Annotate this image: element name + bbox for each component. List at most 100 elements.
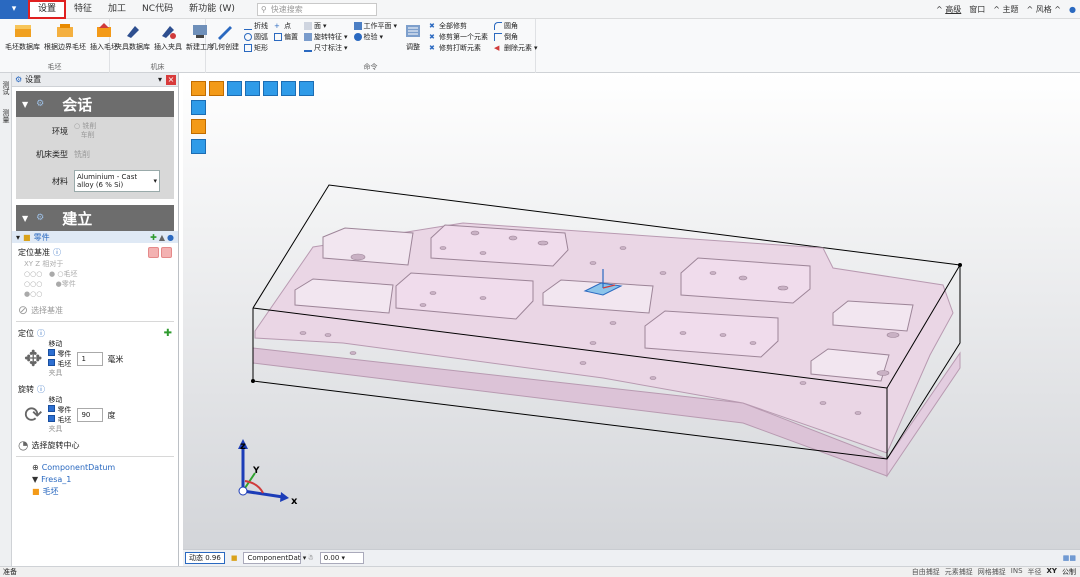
3d-viewport[interactable]: z Y x [183,73,1080,549]
datum-icon: ⊕ [32,462,39,472]
machine-type-value[interactable]: 铣削 [74,149,90,160]
environment-label: 环境 [52,126,68,136]
workplane-button[interactable]: 工作平面 ▾ [353,21,397,31]
rotate-label-row: 旋转 ⓘ [18,384,45,395]
expert-menu[interactable]: ^ 高级 [936,4,961,15]
move-stock-checkbox[interactable]: 毛坯 [48,359,71,369]
add-part-icon[interactable]: ✚ [150,233,157,242]
close-panel-button[interactable]: × [166,75,176,85]
trim-all-button[interactable]: ✖ 全部修剪 [429,21,488,31]
move-block: ✥ 移动 零件 毛坯 夹具 1 毫米 [24,340,124,377]
side-tab-test[interactable]: 测试 [1,81,11,95]
tab-nc-code[interactable]: NC代码 [134,0,181,19]
position-label-row: 定位 ⓘ ✚ [18,327,172,339]
tree-item-fresa[interactable]: ▼ Fresa_1 [12,473,178,485]
tab-setup[interactable]: 设置 [28,0,67,19]
tab-machining[interactable]: 加工 [100,0,134,19]
inspect-button[interactable]: 检验 ▾ [353,32,398,42]
ribbon-group-label: 命令 [363,63,378,71]
tab-new-features[interactable]: 新功能 (W) [181,0,243,19]
rotate-stock-checkbox[interactable]: 毛坯 [48,415,71,425]
datum-grid[interactable]: XY Z 相对于 ○○○ ● ○毛坯 ○○○ ●零件 ●○○ [12,259,178,299]
chevron-down-icon: ▾ [153,177,157,185]
environment-options[interactable]: ○ 铣削 车削 [74,122,96,140]
build-heading: 建立 [62,209,93,228]
theme-menu[interactable]: ^ 主题 [993,4,1018,15]
dynamic-value[interactable]: 动态 0.96 [185,552,225,564]
fixture-icon[interactable]: ▲ [159,233,165,242]
tab-features[interactable]: 特征 [66,0,100,19]
datum-select[interactable]: ComponentDat ▾ [243,552,306,564]
machine-type-row: 机床类型 铣削 [16,141,174,167]
pin-icon[interactable]: ▾ [158,75,162,84]
adjust-icon [402,21,424,41]
element-snap-toggle[interactable]: 元素捕捉 [945,567,973,577]
help-icon[interactable]: ● [1069,5,1076,14]
setup-panel: ⚙ 设置 ▾ × ▼ ⚙ 会话 环境 ○ 铣削 车削 机床类型 铣削 材料 Al… [12,73,179,568]
rotate-angle-input[interactable]: 90 [77,408,104,422]
help-icon[interactable]: ⓘ [37,384,45,395]
material-select[interactable]: Aluminium - Cast alloy (6 % Si) ▾ [74,170,160,192]
part-tree-row[interactable]: ▾ ■ 零件 ✚ ▲ ● [12,231,178,243]
info-icon[interactable]: ● [167,233,174,242]
polyline-button[interactable]: 折线 [244,21,268,31]
revolve-feature-button[interactable]: 旋转特征 ▾ [304,32,348,42]
part-model[interactable]: z Y x [183,73,1080,549]
move-part-checkbox[interactable]: 零件 [48,349,71,359]
point-button[interactable]: + 点 [274,21,298,31]
quick-search[interactable]: ⚲ 快速搜索 [256,2,377,16]
tree-item-stock[interactable]: ■ 毛坯 [12,485,178,497]
help-icon[interactable]: ⓘ [53,247,61,258]
style-menu[interactable]: ^ 风格 ^ [1027,4,1062,15]
collapse-arrow-icon: ▼ [22,213,29,223]
angle-input[interactable]: 0.00 ▾ [319,552,364,564]
session-section-header[interactable]: ▼ ⚙ 会话 [16,91,174,117]
tree-item-component-datum[interactable]: ⊕ ComponentDatum [12,461,178,473]
select-datum-row[interactable]: ⊘ 选择基准 [12,303,178,317]
pad-3 [680,257,811,304]
trim-break-button[interactable]: ✖ 修剪打断元素 [429,43,488,53]
settings-icon: ⚙ [15,75,23,84]
axis-x-label: x [291,496,298,507]
chamfer-button[interactable]: 倒角 [494,32,538,42]
ribbon-group-command: 几何创建 折线 圆弧 矩形 + 点 偏置 面 ▾ 旋转特征 ▾ 尺寸标注 ▾ 工作… [206,19,538,73]
datum-red-button-2[interactable] [161,246,172,258]
rotation-center-icon: ◔ [18,438,29,452]
radius-toggle[interactable]: 半径 [1028,567,1042,577]
ribbon-group-machine: 夹具数据库 插入夹具 新建工序 机床 [110,19,214,73]
select-rotation-center-row[interactable]: ◔ 选择旋转中心 [12,438,178,452]
side-tabs: 测试 测量 [0,73,12,568]
trim-first-button[interactable]: ✖ 修剪第一个元素 [429,32,488,42]
rectangle-button[interactable]: 矩形 [244,43,268,53]
window-menu[interactable]: 窗口 [969,4,985,15]
axis-y-label: Y [252,466,260,476]
stock-corner-point [958,263,962,267]
units-indicator[interactable]: 公制 [1062,567,1076,577]
part-icon: ■ [23,232,31,242]
add-position-icon[interactable]: ✚ [164,328,172,339]
arc-button[interactable]: 圆弧 [244,32,268,42]
boundary-stock-icon [54,21,76,41]
datum-red-button-1[interactable] [148,246,159,258]
free-snap-toggle[interactable]: 自由捕捉 [912,567,940,577]
rotate-block: ⟳ 移动 零件 毛坯 夹具 90 度 [24,396,116,433]
ins-toggle[interactable]: INS [1011,567,1023,577]
environment-row: 环境 ○ 铣削 车削 [16,121,174,141]
move-distance-input[interactable]: 1 [77,352,104,366]
side-tab-measure[interactable]: 测量 [1,109,11,123]
fillet-button[interactable]: 圆角 [494,21,538,31]
plane-indicator[interactable]: XY [1047,567,1057,577]
rotate-arrows-icon[interactable]: ⟳ [24,403,42,428]
delete-element-button[interactable]: ◀ 删除元素 ▾ [494,43,538,53]
dimension-button[interactable]: 尺寸标注 ▾ [304,43,348,53]
offset-button[interactable]: 偏置 [274,32,298,42]
help-icon[interactable]: ⓘ [37,328,45,339]
material-label: 材料 [52,176,68,186]
app-menu-button[interactable]: ▾ [0,0,28,19]
build-section-header[interactable]: ▼ ⚙ 建立 [16,205,174,231]
rotate-part-checkbox[interactable]: 零件 [48,405,71,415]
grid-snap-toggle[interactable]: 网格捕捉 [978,567,1006,577]
move-arrows-icon[interactable]: ✥ [24,347,42,372]
face-button[interactable]: 面 ▾ [304,21,348,31]
layout-icon[interactable]: ▦▦ [1063,554,1076,562]
